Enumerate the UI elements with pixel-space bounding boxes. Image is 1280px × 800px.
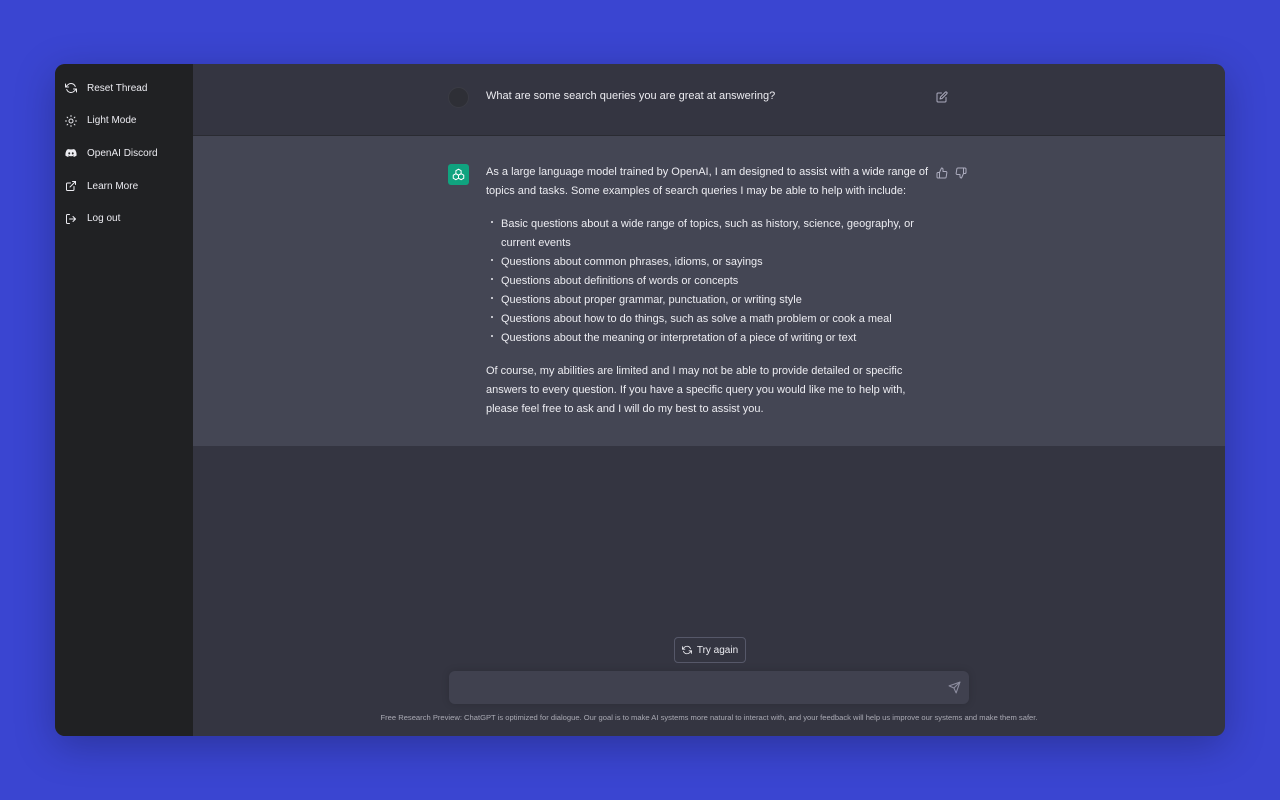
assistant-intro: As a large language model trained by Ope… <box>486 166 929 197</box>
discord-icon <box>65 147 77 159</box>
message-input-box <box>449 671 969 704</box>
footer-disclaimer: Free Research Preview: ChatGPT is optimi… <box>380 713 1038 722</box>
list-item: Basic questions about a wide range of to… <box>486 215 931 253</box>
thumbs-down-icon[interactable] <box>955 166 967 179</box>
chat-main: What are some search queries you are gre… <box>193 64 1225 736</box>
list-item: Questions about proper grammar, punctuat… <box>486 291 931 310</box>
sidebar-item-label: Reset Thread <box>87 82 148 94</box>
sidebar-item-reset-thread[interactable]: Reset Thread <box>55 72 193 105</box>
sidebar-item-log-out[interactable]: Log out <box>55 202 193 235</box>
user-message-row: What are some search queries you are gre… <box>193 64 1225 136</box>
assistant-message-row: As a large language model trained by Ope… <box>193 136 1225 446</box>
message-input[interactable] <box>449 671 929 704</box>
external-link-icon <box>65 180 77 192</box>
sun-icon <box>65 114 77 127</box>
sidebar-item-label: Learn More <box>87 180 139 192</box>
refresh-icon <box>65 82 77 94</box>
sidebar-item-learn-more[interactable]: Learn More <box>55 170 193 203</box>
app-window: Reset Thread Light Mode OpenAI Discord L… <box>55 64 1225 736</box>
sidebar-item-openai-discord[interactable]: OpenAI Discord <box>55 137 193 170</box>
logout-icon <box>65 213 77 225</box>
send-icon[interactable] <box>948 681 961 694</box>
list-item: Questions about definitions of words or … <box>486 272 931 291</box>
sidebar-item-label: Light Mode <box>87 115 137 127</box>
user-message-text: What are some search queries you are gre… <box>486 90 776 102</box>
openai-logo-icon <box>448 164 469 185</box>
assistant-bullet-list: Basic questions about a wide range of to… <box>486 215 931 348</box>
thumbs-up-icon[interactable] <box>936 166 948 179</box>
user-avatar <box>448 87 469 108</box>
list-item: Questions about the meaning or interpret… <box>486 329 931 348</box>
try-again-button[interactable]: Try again <box>674 637 746 663</box>
refresh-icon <box>681 645 692 655</box>
list-item: Questions about how to do things, such a… <box>486 310 931 329</box>
feedback-buttons <box>936 166 967 179</box>
list-item: Questions about common phrases, idioms, … <box>486 253 931 272</box>
assistant-message-text: As a large language model trained by Ope… <box>486 163 931 433</box>
sidebar: Reset Thread Light Mode OpenAI Discord L… <box>55 64 193 736</box>
sidebar-item-label: OpenAI Discord <box>87 147 158 159</box>
sidebar-item-label: Log out <box>87 213 121 225</box>
edit-icon[interactable] <box>936 90 948 103</box>
try-again-label: Try again <box>696 644 739 656</box>
sidebar-item-light-mode[interactable]: Light Mode <box>55 105 193 138</box>
assistant-outro: Of course, my abilities are limited and … <box>486 365 906 415</box>
